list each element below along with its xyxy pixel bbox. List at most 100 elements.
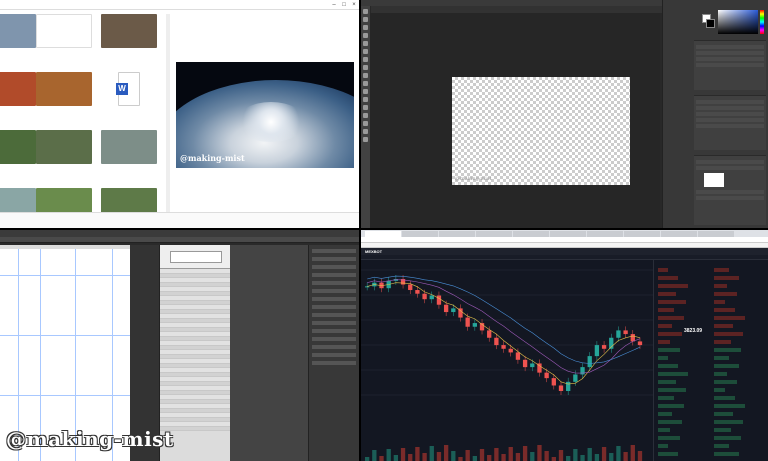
order-book-row[interactable]	[714, 340, 731, 344]
price-chart[interactable]	[361, 260, 653, 461]
order-book-row[interactable]	[714, 268, 729, 272]
order-book-row[interactable]	[714, 276, 739, 280]
order-book-row[interactable]	[714, 332, 743, 336]
order-book-row[interactable]	[658, 284, 688, 288]
candle[interactable]	[616, 330, 621, 338]
browser-tab[interactable]	[661, 231, 697, 237]
order-book-row[interactable]	[658, 268, 668, 272]
candle[interactable]	[558, 385, 564, 391]
browser-tab[interactable]	[698, 231, 734, 237]
exchange-logo[interactable]: MEXBOT	[365, 249, 382, 254]
candle[interactable]	[530, 363, 535, 368]
candle[interactable]	[415, 290, 420, 294]
shape-tool-icon[interactable]	[363, 121, 368, 126]
blur-tool-icon[interactable]	[363, 81, 368, 86]
brush-tool-icon[interactable]	[363, 49, 368, 54]
file-thumbnail[interactable]	[0, 130, 36, 165]
candle[interactable]	[515, 352, 521, 360]
crop-tool-icon[interactable]	[363, 33, 368, 38]
order-book-row[interactable]	[658, 428, 670, 432]
order-book-row[interactable]	[658, 308, 674, 312]
eyedropper-tool-icon[interactable]	[363, 41, 368, 46]
list-header-box[interactable]	[170, 251, 222, 263]
order-book-row[interactable]	[658, 388, 686, 392]
browser-tab[interactable]	[587, 231, 623, 237]
eraser-tool-icon[interactable]	[363, 65, 368, 70]
order-book-row[interactable]	[714, 428, 731, 432]
candle[interactable]	[465, 317, 470, 327]
order-book-row[interactable]	[714, 436, 741, 440]
order-book-row[interactable]	[658, 396, 674, 400]
type-tool-icon[interactable]	[363, 105, 368, 110]
file-thumbnail[interactable]	[0, 72, 36, 107]
file-thumbnail[interactable]	[36, 14, 92, 49]
order-book-row[interactable]	[714, 412, 733, 416]
candle[interactable]	[637, 341, 643, 346]
transparent-canvas[interactable]: @making-mist	[452, 77, 630, 185]
order-book-row[interactable]	[714, 380, 737, 384]
candle[interactable]	[451, 308, 456, 313]
order-book-row[interactable]	[658, 340, 670, 344]
order-book-row[interactable]	[658, 436, 680, 440]
order-book-row[interactable]	[714, 348, 741, 352]
page-item[interactable]	[233, 276, 305, 281]
candle[interactable]	[522, 359, 528, 368]
file-thumbnail[interactable]	[0, 14, 36, 49]
candle[interactable]	[472, 323, 477, 327]
background-color-swatch[interactable]	[706, 19, 715, 28]
close-icon[interactable]: ×	[349, 2, 359, 8]
candle[interactable]	[623, 330, 628, 335]
candle[interactable]	[594, 345, 600, 357]
order-book-row[interactable]	[714, 396, 735, 400]
file-thumbnail[interactable]	[101, 14, 157, 49]
hue-slider[interactable]	[760, 10, 764, 34]
candle[interactable]	[544, 372, 549, 379]
order-book-row[interactable]	[714, 356, 729, 360]
zoom-tool-icon[interactable]	[363, 137, 368, 142]
order-book-row[interactable]	[658, 276, 678, 280]
order-book-row[interactable]	[714, 420, 743, 424]
maximize-icon[interactable]: □	[339, 2, 349, 8]
minimize-icon[interactable]: –	[329, 2, 339, 8]
order-book-row[interactable]	[658, 316, 684, 320]
file-thumbnail[interactable]	[36, 130, 92, 165]
move-tool-icon[interactable]	[363, 9, 368, 14]
widget-panel-item[interactable]	[130, 305, 159, 311]
order-book-row[interactable]	[658, 452, 678, 456]
order-book-row[interactable]	[714, 316, 745, 320]
document-tab[interactable]	[371, 6, 668, 13]
browser-tab[interactable]	[624, 231, 660, 237]
candle[interactable]	[601, 345, 607, 349]
gradient-tool-icon[interactable]	[363, 73, 368, 78]
browser-tab[interactable]	[439, 231, 475, 237]
order-book-row[interactable]	[658, 420, 682, 424]
browser-tab[interactable]	[476, 231, 512, 237]
layer-thumbnail[interactable]	[704, 173, 724, 187]
order-book-row[interactable]	[714, 372, 727, 376]
order-book-row[interactable]	[658, 348, 680, 352]
color-picker-field[interactable]	[718, 10, 758, 34]
candle[interactable]	[487, 330, 492, 338]
order-book-row[interactable]	[658, 412, 672, 416]
file-thumbnail[interactable]	[36, 72, 92, 107]
order-book-row[interactable]	[714, 388, 725, 392]
order-book-row[interactable]	[714, 324, 733, 328]
lasso-tool-icon[interactable]	[363, 25, 368, 30]
order-book-row[interactable]	[658, 372, 688, 376]
candle[interactable]	[566, 381, 571, 391]
candle[interactable]	[443, 304, 449, 313]
marquee-tool-icon[interactable]	[363, 17, 368, 22]
browser-tab[interactable]	[402, 231, 438, 237]
candle[interactable]	[494, 337, 499, 346]
candle[interactable]	[408, 284, 413, 291]
order-book-row[interactable]	[658, 300, 686, 304]
path-select-tool-icon[interactable]	[363, 113, 368, 118]
order-book-row[interactable]	[714, 444, 729, 448]
stamp-tool-icon[interactable]	[363, 57, 368, 62]
hand-tool-icon[interactable]	[363, 129, 368, 134]
browser-tab[interactable]	[513, 231, 549, 237]
scrollbar[interactable]	[166, 14, 170, 212]
candle[interactable]	[501, 345, 506, 349]
dodge-tool-icon[interactable]	[363, 89, 368, 94]
order-book-row[interactable]	[714, 292, 737, 296]
